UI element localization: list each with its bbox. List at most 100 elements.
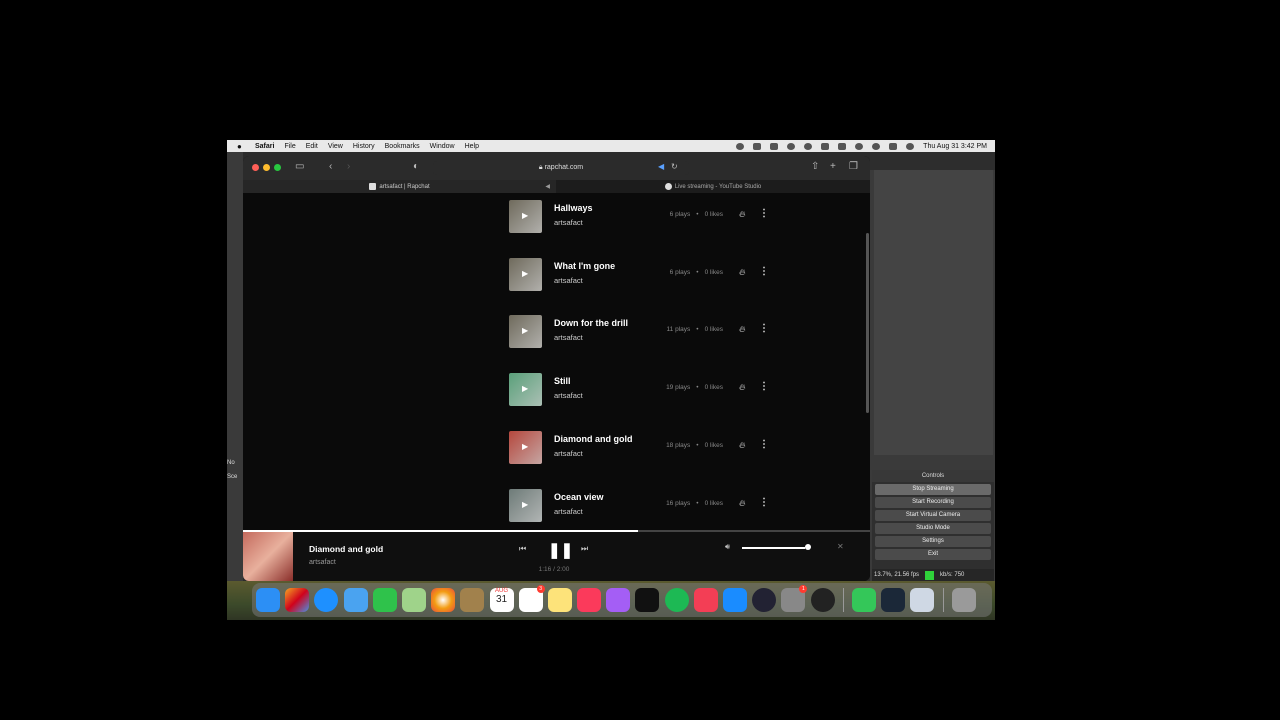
contacts-icon[interactable]: [460, 588, 485, 612]
track-artwork[interactable]: ▶: [509, 257, 542, 291]
quicktime-icon[interactable]: [752, 588, 777, 612]
track-row[interactable]: ▶ Still artsafact 19 plays • 0 likes 🔥︎ ⋮: [509, 373, 779, 407]
more-options-icon[interactable]: ⋮: [759, 323, 769, 334]
fire-icon[interactable]: 🔥︎: [739, 209, 746, 220]
mail-icon[interactable]: [343, 588, 368, 612]
finder-icon[interactable]: [256, 588, 280, 612]
wifi-icon[interactable]: [855, 142, 864, 150]
pause-button[interactable]: ❚❚: [548, 541, 573, 559]
stop-streaming-button[interactable]: Stop Streaming: [875, 484, 991, 495]
track-row[interactable]: ▶ Diamond and gold artsafact 18 plays • 0 lik…: [509, 430, 779, 465]
more-options-icon[interactable]: ⋮: [759, 381, 769, 392]
steam-icon[interactable]: [881, 588, 906, 612]
reminders-icon[interactable]: 3: [518, 585, 545, 612]
track-artwork[interactable]: ▶: [509, 430, 542, 464]
launchpad-icon[interactable]: [285, 588, 310, 612]
obs-icon[interactable]: [810, 588, 835, 612]
track-title[interactable]: Diamond and gold: [554, 434, 633, 444]
track-row[interactable]: ▶ Ocean view artsafact 16 plays • 0 likes 🔥︎ ⋮: [509, 488, 779, 523]
menu-window[interactable]: Window: [430, 143, 455, 150]
status-icon-2[interactable]: [753, 142, 762, 150]
close-player-icon[interactable]: ✕: [837, 542, 844, 551]
status-icon-4[interactable]: [787, 142, 796, 150]
studio-mode-button[interactable]: Studio Mode: [875, 523, 991, 534]
menu-edit[interactable]: Edit: [306, 143, 318, 150]
back-icon[interactable]: ‹: [329, 161, 332, 172]
start-recording-button[interactable]: Start Recording: [875, 497, 991, 508]
share-icon[interactable]: ⇧: [811, 161, 819, 172]
track-title[interactable]: Ocean view: [554, 492, 604, 502]
exit-button[interactable]: Exit: [875, 549, 991, 560]
close-window-button[interactable]: [252, 164, 259, 171]
track-artist[interactable]: artsafact: [554, 449, 583, 458]
now-playing-title[interactable]: Diamond and gold: [309, 544, 383, 554]
track-artwork[interactable]: ▶: [509, 373, 542, 407]
track-artist[interactable]: artsafact: [554, 333, 583, 342]
address-bar[interactable]: 🔒︎ rapchat.com: [433, 161, 689, 175]
status-icon-5[interactable]: [804, 142, 813, 150]
track-title[interactable]: Still: [554, 376, 571, 386]
apple-tv-icon[interactable]: [635, 588, 660, 612]
calendar-icon[interactable]: AUG 31: [489, 588, 514, 612]
start-virtual-camera-button[interactable]: Start Virtual Camera: [875, 510, 991, 521]
reload-icon[interactable]: ↻: [671, 162, 678, 171]
play-icon[interactable]: ▶: [522, 326, 528, 335]
track-artist[interactable]: artsafact: [554, 218, 583, 227]
track-row[interactable]: ▶ Down for the drill artsafact 11 plays • 0 l…: [509, 315, 779, 349]
track-title[interactable]: What I'm gone: [554, 261, 615, 271]
menu-view[interactable]: View: [328, 143, 343, 150]
progress-bar[interactable]: [243, 530, 870, 532]
podcasts-icon[interactable]: [606, 588, 631, 612]
play-icon[interactable]: ▶: [522, 500, 528, 509]
preview-icon[interactable]: [910, 588, 935, 612]
safari-icon[interactable]: [314, 588, 339, 612]
now-playing-artist[interactable]: artsafact: [309, 559, 336, 566]
spotify-icon[interactable]: [664, 588, 689, 612]
next-icon[interactable]: ⏭︎: [581, 544, 588, 554]
new-tab-icon[interactable]: +: [830, 161, 836, 172]
track-title[interactable]: Down for the drill: [554, 318, 628, 328]
fire-icon[interactable]: 🔥︎: [739, 498, 746, 509]
tab-rapchat[interactable]: artsafact | Rapchat ◀︎: [243, 180, 556, 193]
bluetooth-icon[interactable]: [821, 142, 830, 150]
track-artwork[interactable]: ▶: [509, 315, 542, 349]
play-icon[interactable]: ▶: [522, 384, 528, 393]
photos-icon[interactable]: [431, 588, 456, 612]
fire-icon[interactable]: 🔥︎: [739, 382, 746, 393]
track-artist[interactable]: artsafact: [554, 276, 583, 285]
app-store-icon[interactable]: [723, 588, 747, 612]
siri-icon[interactable]: [906, 142, 915, 150]
menu-bookmarks[interactable]: Bookmarks: [385, 143, 420, 150]
menu-file[interactable]: File: [284, 143, 295, 150]
volume-icon[interactable]: 🔊︎: [725, 542, 730, 552]
facetime-icon[interactable]: [372, 588, 397, 612]
sidebar-icon[interactable]: ▭: [295, 161, 304, 172]
track-row[interactable]: ▶ What I'm gone artsafact 6 plays • 0 likes 🔥︎…: [509, 257, 779, 292]
maps-icon[interactable]: [401, 588, 426, 612]
track-artwork[interactable]: ▶: [509, 488, 542, 522]
fire-icon[interactable]: 🔥︎: [739, 440, 746, 451]
play-icon[interactable]: ▶: [522, 269, 528, 278]
menu-clock[interactable]: Thu Aug 31 3:42 PM: [923, 143, 987, 150]
privacy-shield-icon[interactable]: ◐: [413, 161, 419, 172]
more-options-icon[interactable]: ⋮: [759, 497, 769, 508]
notes-icon[interactable]: [547, 588, 572, 612]
status-icon-3[interactable]: [770, 142, 779, 150]
messages-icon[interactable]: [851, 588, 876, 612]
track-artist[interactable]: artsafact: [554, 507, 583, 516]
forward-icon[interactable]: ›: [347, 161, 350, 172]
spotlight-icon[interactable]: [872, 142, 881, 150]
more-options-icon[interactable]: ⋮: [759, 266, 769, 277]
page-scrollbar[interactable]: [866, 233, 869, 413]
settings-button[interactable]: Settings: [875, 536, 991, 547]
volume-slider[interactable]: [742, 547, 808, 549]
minimize-window-button[interactable]: [263, 164, 270, 171]
menu-help[interactable]: Help: [465, 143, 479, 150]
audio-playing-icon[interactable]: ◀︎: [658, 162, 664, 171]
tab-youtube-studio[interactable]: Live streaming - YouTube Studio: [556, 180, 870, 193]
fire-icon[interactable]: 🔥︎: [739, 324, 746, 335]
apple-menu-icon[interactable]: ●: [237, 142, 247, 151]
tab-overview-icon[interactable]: ❐: [849, 161, 858, 172]
battery-icon[interactable]: [838, 142, 847, 150]
more-options-icon[interactable]: ⋮: [759, 439, 769, 450]
